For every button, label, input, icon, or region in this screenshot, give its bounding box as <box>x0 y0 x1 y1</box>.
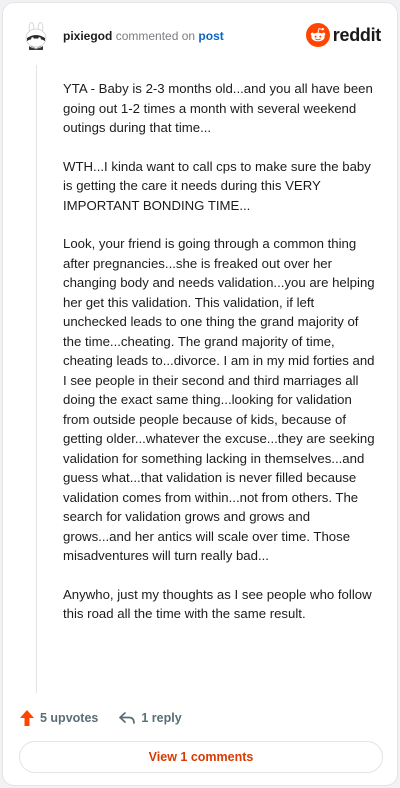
comment-body: YTA - Baby is 2-3 months old...and you a… <box>63 79 379 643</box>
comment-header: pixiegod commented on post reddit <box>3 3 397 65</box>
reddit-snoo-icon <box>305 23 330 47</box>
view-comments-button[interactable]: View 1 comments <box>19 741 383 773</box>
comment-actions: 5 upvotes 1 reply <box>19 707 182 729</box>
user-avatar-icon[interactable] <box>21 21 51 51</box>
comment-paragraph-2: WTH...I kinda want to call cps to make s… <box>63 158 371 213</box>
post-link[interactable]: post <box>198 29 223 43</box>
reply-count: 1 reply <box>141 711 182 725</box>
reply-button[interactable]: 1 reply <box>118 710 182 726</box>
comment-paragraph-1: YTA - Baby is 2-3 months old...and you a… <box>63 81 373 135</box>
upvote-button[interactable]: 5 upvotes <box>19 709 98 727</box>
reddit-logo[interactable]: reddit <box>305 23 382 47</box>
reply-arrow-icon <box>119 712 136 724</box>
comment-paragraph-4: Anywho, just my thoughts as I see people… <box>63 586 372 622</box>
upvote-count: 5 upvotes <box>40 711 99 725</box>
comment-byline: pixiegod commented on post <box>63 28 224 44</box>
reddit-wordmark: reddit <box>332 24 382 45</box>
comment-card: pixiegod commented on post reddit YTA - … <box>2 2 398 786</box>
comment-paragraph-3: Look, your friend is going through a com… <box>63 236 375 563</box>
username-link[interactable]: pixiegod <box>63 29 112 43</box>
thread-line <box>36 65 37 693</box>
upvote-arrow-icon <box>20 710 34 726</box>
action-text: commented on <box>115 29 196 43</box>
